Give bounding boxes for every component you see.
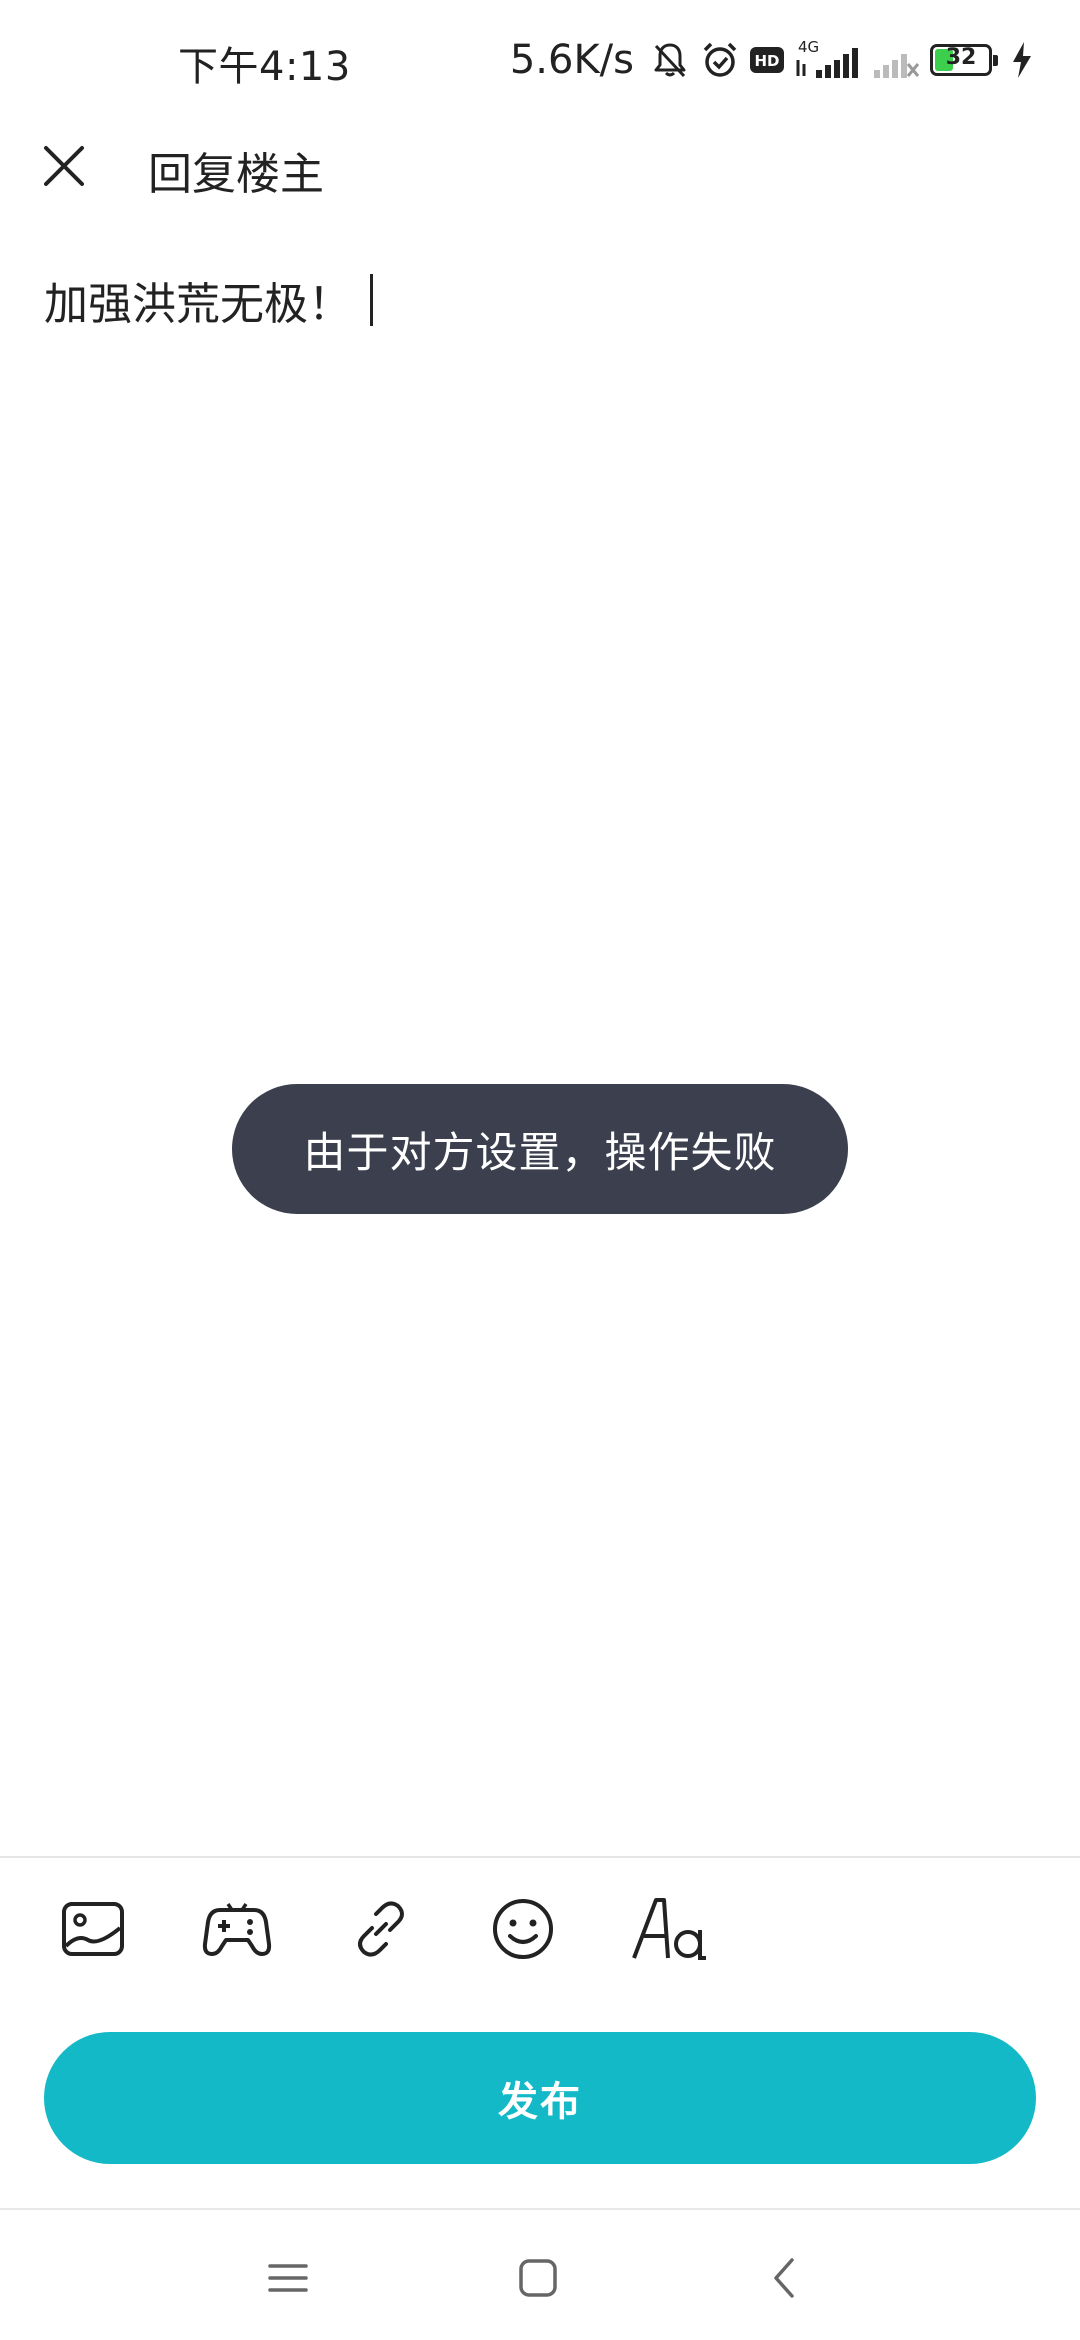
recent-apps-button[interactable] bbox=[258, 2248, 318, 2308]
battery-icon: 32 bbox=[930, 44, 998, 76]
image-icon bbox=[62, 1902, 124, 1956]
link-icon bbox=[358, 1901, 404, 1957]
page-title: 回复楼主 bbox=[148, 149, 324, 200]
menu-icon bbox=[268, 2264, 308, 2292]
emoji-icon bbox=[493, 1899, 553, 1959]
back-button[interactable] bbox=[756, 2248, 816, 2308]
toast-text: 由于对方设置，操作失败 bbox=[303, 1127, 777, 1177]
text-format-icon bbox=[632, 1898, 706, 1960]
system-nav-bar bbox=[0, 2210, 1080, 2340]
close-icon bbox=[44, 146, 84, 186]
status-icons: 5.6K/s HD 4G 32 bbox=[510, 34, 1034, 86]
close-button[interactable] bbox=[38, 140, 90, 192]
insert-emoji-button[interactable] bbox=[488, 1894, 558, 1964]
network-speed: 5.6K/s bbox=[509, 37, 634, 83]
signal-4g-icon: 4G bbox=[796, 38, 858, 78]
battery-level: 32 bbox=[945, 45, 977, 70]
reply-text: 加强洪荒无极！ bbox=[44, 279, 352, 330]
editor-toolbar bbox=[0, 1858, 1080, 1988]
insert-link-button[interactable] bbox=[346, 1894, 416, 1964]
insert-image-button[interactable] bbox=[58, 1894, 128, 1964]
status-bar: 下午4:13 5.6K/s HD 4G 32 bbox=[0, 0, 1080, 124]
home-button[interactable] bbox=[508, 2248, 568, 2308]
text-format-button[interactable] bbox=[630, 1894, 710, 1964]
insert-game-button[interactable] bbox=[202, 1894, 272, 1964]
svg-text:4G: 4G bbox=[798, 38, 819, 56]
text-cursor bbox=[370, 274, 373, 326]
publish-label: 发布 bbox=[498, 2080, 582, 2124]
header: 回复楼主 bbox=[0, 124, 1080, 208]
back-icon bbox=[774, 2258, 794, 2298]
hd-icon: HD bbox=[750, 47, 784, 73]
alarm-icon bbox=[703, 42, 737, 77]
svg-text:HD: HD bbox=[754, 52, 779, 70]
publish-button[interactable]: 发布 bbox=[44, 2032, 1036, 2164]
home-icon bbox=[519, 2259, 557, 2297]
charging-icon bbox=[1013, 42, 1031, 78]
signal-empty-icon bbox=[874, 54, 920, 78]
bell-muted-icon bbox=[654, 43, 686, 78]
status-time: 下午4:13 bbox=[178, 44, 351, 90]
reply-text-area[interactable]: 加强洪荒无极！ bbox=[44, 268, 1044, 332]
gamepad-icon bbox=[202, 1903, 272, 1956]
toast-message: 由于对方设置，操作失败 bbox=[232, 1084, 848, 1214]
